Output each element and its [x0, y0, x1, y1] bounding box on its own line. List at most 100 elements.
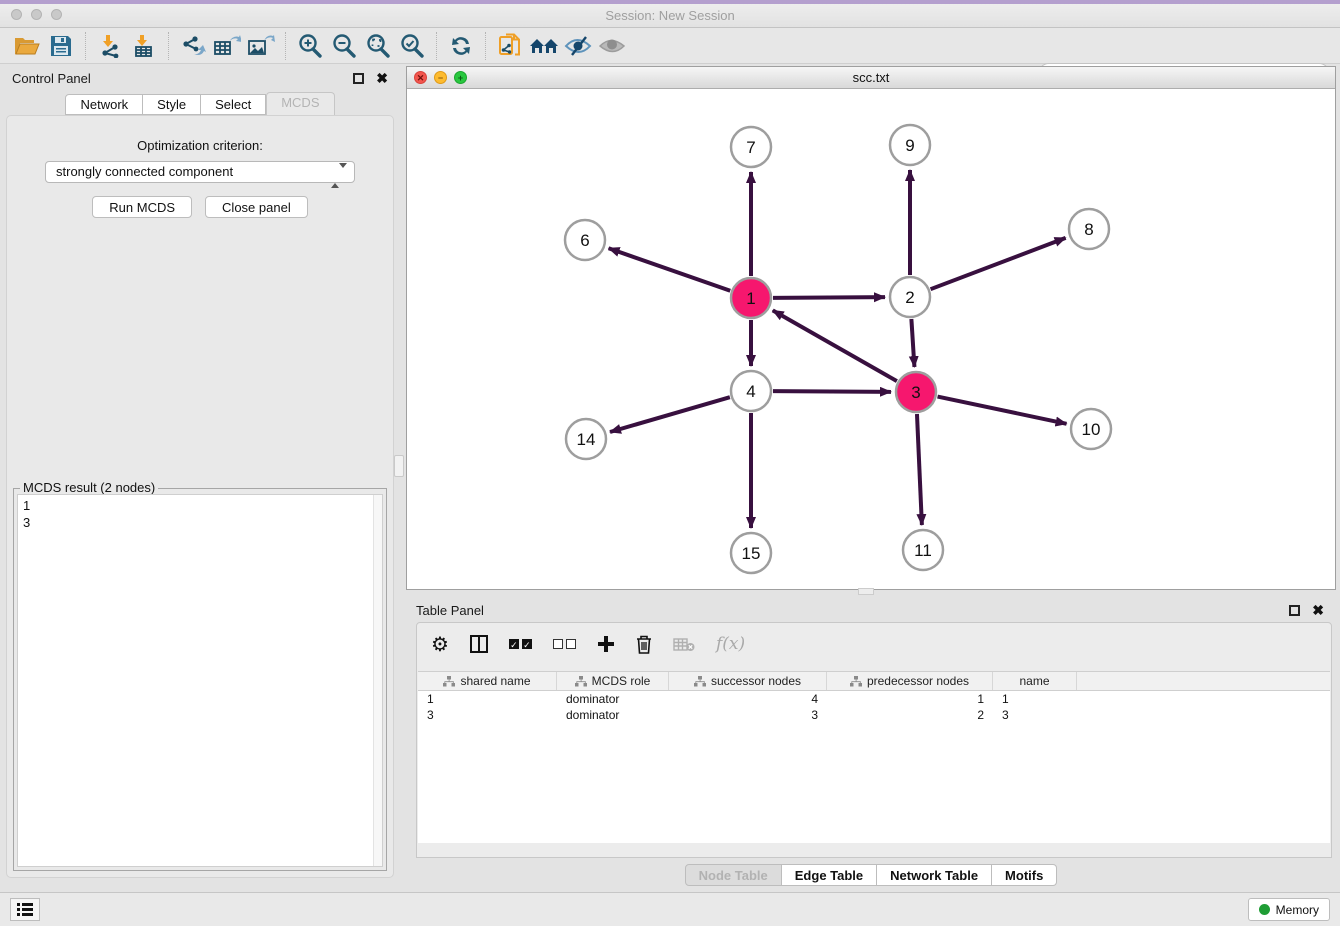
horizontal-splitter-handle[interactable]	[858, 588, 874, 595]
float-table-panel-icon[interactable]	[1289, 605, 1300, 616]
hierarchy-sort-icon[interactable]	[575, 676, 587, 687]
zoom-fit-icon[interactable]	[361, 31, 395, 61]
delete-column-icon[interactable]	[636, 635, 652, 654]
run-mcds-button[interactable]: Run MCDS	[92, 196, 192, 218]
cell-successor-nodes[interactable]: 4	[669, 691, 827, 707]
edge-2-3[interactable]	[911, 319, 914, 367]
column-header-predecessor-nodes[interactable]: predecessor nodes	[827, 672, 993, 690]
tab-style[interactable]: Style	[143, 94, 201, 115]
tab-network-table[interactable]: Network Table	[877, 864, 992, 886]
first-neighbors-icon[interactable]	[527, 31, 561, 61]
network-graph[interactable]: 7968124314101511	[407, 89, 1335, 589]
import-table-icon[interactable]	[127, 31, 161, 61]
network-maximize-button[interactable]: +	[454, 71, 467, 84]
table-options-gear-icon[interactable]: ⚙	[431, 632, 449, 657]
export-network-icon[interactable]	[176, 31, 210, 61]
import-network-icon[interactable]	[93, 31, 127, 61]
show-column-panel-icon[interactable]	[470, 635, 488, 653]
open-file-icon[interactable]	[10, 31, 44, 61]
cell-shared-name[interactable]: 3	[418, 707, 557, 723]
cell-MCDS-role[interactable]: dominator	[557, 691, 669, 707]
cell-predecessor-nodes[interactable]: 1	[827, 691, 993, 707]
export-table-icon[interactable]	[210, 31, 244, 61]
delete-table-icon[interactable]	[673, 637, 695, 652]
node-label-1: 1	[746, 289, 755, 308]
vertical-splitter-handle[interactable]	[394, 455, 404, 477]
tab-motifs[interactable]: Motifs	[992, 864, 1057, 886]
result-scrollbar[interactable]	[373, 495, 382, 866]
node-label-10: 10	[1082, 420, 1101, 439]
float-panel-icon[interactable]	[353, 73, 364, 84]
refresh-icon[interactable]	[444, 31, 478, 61]
add-column-icon[interactable]	[597, 635, 615, 653]
cell-MCDS-role[interactable]: dominator	[557, 707, 669, 723]
unselect-all-columns-icon[interactable]	[553, 639, 576, 649]
table-row[interactable]: 3dominator323	[418, 707, 1330, 723]
hierarchy-sort-icon[interactable]	[443, 676, 455, 687]
cell-shared-name[interactable]: 1	[418, 691, 557, 707]
duplicate-network-icon[interactable]	[493, 31, 527, 61]
node-label-14: 14	[577, 430, 596, 449]
table-panel-tabs: Node TableEdge TableNetwork TableMotifs	[406, 864, 1336, 886]
table-row[interactable]: 1dominator411	[418, 691, 1330, 707]
optimization-criterion-value: strongly connected component	[56, 164, 233, 179]
hierarchy-sort-icon[interactable]	[694, 676, 706, 687]
cell-predecessor-nodes[interactable]: 2	[827, 707, 993, 723]
zoom-selected-icon[interactable]	[395, 31, 429, 61]
memory-button[interactable]: Memory	[1248, 898, 1330, 921]
tab-network[interactable]: Network	[65, 94, 143, 115]
hide-selected-icon[interactable]	[561, 31, 595, 61]
cell-successor-nodes[interactable]: 3	[669, 707, 827, 723]
graph-edges[interactable]	[609, 170, 1067, 528]
column-label: successor nodes	[711, 674, 801, 688]
column-header-successor-nodes[interactable]: successor nodes	[669, 672, 827, 690]
close-table-panel-icon[interactable]: ✖	[1312, 603, 1324, 617]
column-header-name[interactable]: name	[993, 672, 1077, 690]
export-image-icon[interactable]	[244, 31, 278, 61]
edge-2-8[interactable]	[931, 238, 1066, 289]
cell-name[interactable]: 1	[993, 691, 1077, 707]
select-stepper-icon	[331, 166, 347, 186]
tab-select[interactable]: Select	[201, 94, 266, 115]
task-history-button[interactable]	[10, 898, 40, 921]
column-header-filler	[1077, 672, 1330, 690]
table-panel: Table Panel ✖ ⚙ ✓✓ f(x) shared nameMCDS …	[406, 596, 1336, 890]
column-label: name	[1019, 674, 1049, 688]
window-title: Session: New Session	[0, 8, 1340, 23]
edge-1-2[interactable]	[773, 297, 885, 298]
hierarchy-sort-icon[interactable]	[850, 676, 862, 687]
edge-3-10[interactable]	[938, 397, 1067, 424]
tab-edge-table[interactable]: Edge Table	[782, 864, 877, 886]
close-panel-button[interactable]: Close panel	[205, 196, 308, 218]
mcds-result-title: MCDS result (2 nodes)	[20, 480, 158, 495]
save-session-icon[interactable]	[44, 31, 78, 61]
select-all-columns-icon[interactable]: ✓✓	[509, 639, 532, 649]
network-minimize-button[interactable]: −	[434, 71, 447, 84]
status-bar: Memory	[0, 892, 1340, 926]
edge-3-1[interactable]	[773, 310, 897, 381]
cell-name[interactable]: 3	[993, 707, 1077, 723]
tab-mcds[interactable]: MCDS	[266, 92, 334, 115]
edge-1-6[interactable]	[609, 248, 731, 290]
optimization-criterion-select[interactable]: strongly connected component	[45, 161, 355, 183]
mcds-result-group: MCDS result (2 nodes) 1 3	[13, 488, 387, 871]
show-all-icon[interactable]	[595, 31, 629, 61]
optimization-criterion-label: Optimization criterion:	[7, 138, 393, 153]
network-close-button[interactable]: ✕	[414, 71, 427, 84]
node-label-9: 9	[905, 136, 914, 155]
function-builder-icon[interactable]: f(x)	[716, 634, 745, 654]
mcds-result-text[interactable]: 1 3	[17, 494, 383, 867]
edge-4-14[interactable]	[610, 397, 730, 432]
column-header-MCDS-role[interactable]: MCDS role	[557, 672, 669, 690]
edge-4-3[interactable]	[773, 391, 891, 392]
column-label: MCDS role	[592, 674, 651, 688]
column-header-shared-name[interactable]: shared name	[418, 672, 557, 690]
zoom-out-icon[interactable]	[327, 31, 361, 61]
toolbar-separator	[436, 32, 437, 60]
tab-node-table[interactable]: Node Table	[685, 864, 782, 886]
zoom-in-icon[interactable]	[293, 31, 327, 61]
edge-3-11[interactable]	[917, 414, 922, 525]
mcds-panel: Optimization criterion: strongly connect…	[6, 115, 394, 878]
close-panel-icon[interactable]: ✖	[376, 71, 388, 85]
network-window-titlebar[interactable]: ✕ − + scc.txt	[407, 67, 1335, 89]
